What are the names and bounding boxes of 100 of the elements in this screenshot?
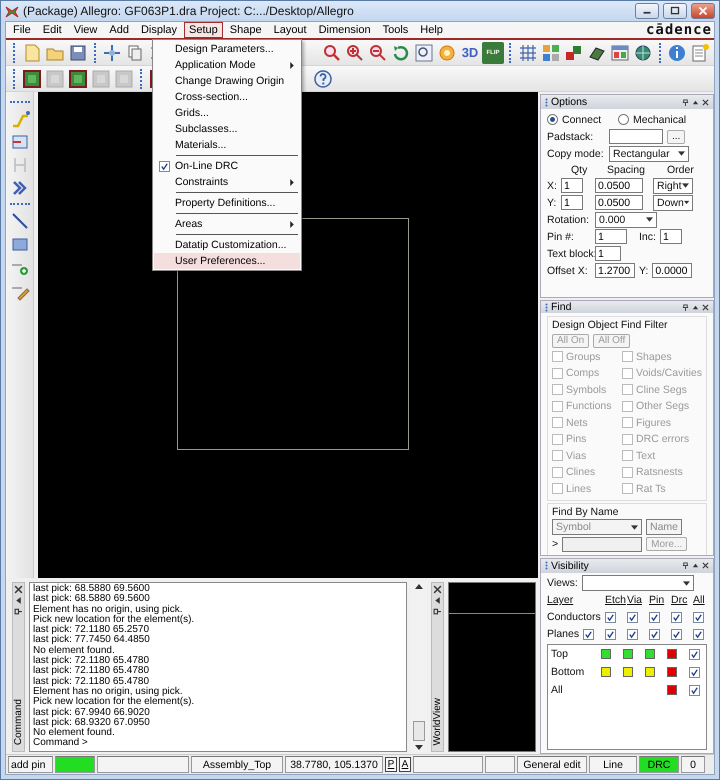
- copy-mode-dropdown[interactable]: Rectangular: [609, 146, 689, 162]
- checkbox[interactable]: [622, 450, 634, 462]
- quantity-field[interactable]: 1: [561, 178, 583, 193]
- browse-button[interactable]: ...: [667, 130, 686, 144]
- pin-icon[interactable]: [682, 98, 689, 106]
- menu-item[interactable]: Property Definitions...: [154, 195, 300, 211]
- color-swatch[interactable]: [623, 649, 633, 660]
- pin-icon[interactable]: [14, 607, 23, 616]
- toggle-key[interactable]: A: [399, 757, 411, 772]
- pin-icon[interactable]: [682, 304, 689, 311]
- color-swatch[interactable]: [645, 667, 655, 678]
- name-field[interactable]: [562, 536, 642, 552]
- close-icon[interactable]: [691, 3, 715, 19]
- board-icon[interactable]: [21, 68, 43, 90]
- color-swatch[interactable]: [623, 667, 633, 678]
- menu-item[interactable]: Constraints: [154, 174, 300, 190]
- views-dropdown[interactable]: [582, 575, 694, 592]
- checkbox[interactable]: [552, 450, 563, 462]
- menu-item[interactable]: Areas: [154, 216, 300, 232]
- checkbox[interactable]: [605, 612, 616, 623]
- checkbox[interactable]: [627, 628, 638, 640]
- checkbox[interactable]: [671, 628, 682, 640]
- checkbox[interactable]: [552, 434, 563, 445]
- toggle-key[interactable]: P: [385, 757, 397, 772]
- menu-item[interactable]: User Preferences...: [154, 253, 300, 269]
- increment-field[interactable]: 1: [660, 229, 682, 244]
- checkbox[interactable]: [622, 351, 634, 362]
- menu-item[interactable]: Edit: [38, 22, 67, 38]
- menu-item[interactable]: Dimension: [314, 22, 376, 38]
- close-icon[interactable]: [702, 304, 709, 311]
- checkbox[interactable]: [552, 400, 563, 412]
- 3d-view-button[interactable]: 3D: [459, 42, 481, 64]
- checkbox[interactable]: [622, 483, 634, 494]
- color-swatch[interactable]: [667, 685, 677, 696]
- menu-item[interactable]: Subclasses...: [154, 121, 300, 137]
- pin-icon[interactable]: [433, 607, 442, 616]
- menu-item[interactable]: On-Line DRC: [154, 158, 300, 174]
- scrollbar-thumb[interactable]: [413, 721, 425, 741]
- menu-item[interactable]: File: [8, 22, 36, 38]
- checkbox[interactable]: [622, 384, 634, 396]
- menu-item[interactable]: Setup: [184, 22, 223, 38]
- offset-y-field[interactable]: 0.0000: [652, 263, 692, 278]
- menu-item[interactable]: Layout: [268, 22, 312, 38]
- spacing-field[interactable]: 0.0500: [595, 178, 643, 193]
- order-dropdown[interactable]: Right: [653, 178, 693, 194]
- text-block-spinner[interactable]: 1: [595, 246, 621, 261]
- spacing-field[interactable]: 0.0500: [595, 195, 643, 210]
- close-icon[interactable]: [702, 562, 709, 570]
- pin-number-field[interactable]: 1: [595, 229, 627, 244]
- checkbox[interactable]: [552, 368, 563, 379]
- minimize-panel-icon[interactable]: [692, 304, 699, 311]
- menu-item[interactable]: Add: [104, 22, 134, 38]
- checkbox[interactable]: [627, 612, 638, 623]
- radio-button[interactable]: [618, 114, 629, 125]
- checkbox[interactable]: [689, 666, 700, 678]
- checkbox[interactable]: [622, 434, 634, 445]
- color-swatch[interactable]: [601, 649, 611, 660]
- order-dropdown[interactable]: Down: [653, 194, 693, 210]
- pin-icon[interactable]: [682, 562, 689, 570]
- checkbox[interactable]: [605, 628, 616, 640]
- menu-item[interactable]: Materials...: [154, 137, 300, 153]
- checkbox[interactable]: [693, 612, 704, 623]
- color-swatch[interactable]: [667, 649, 677, 660]
- padstack-field[interactable]: [609, 129, 663, 144]
- minimize-icon[interactable]: [635, 3, 659, 19]
- menu-item[interactable]: Design Parameters...: [154, 41, 300, 57]
- menu-item[interactable]: View: [68, 22, 102, 38]
- rotation-dropdown[interactable]: 0.000: [595, 212, 657, 228]
- checkbox[interactable]: [583, 628, 594, 640]
- checkbox[interactable]: [552, 483, 563, 494]
- menu-item[interactable]: Tools: [378, 22, 414, 38]
- menu-item[interactable]: Change Drawing Origin: [154, 73, 300, 89]
- color-swatch[interactable]: [601, 667, 611, 678]
- close-icon[interactable]: [14, 585, 23, 594]
- checkbox[interactable]: [552, 384, 563, 396]
- checkbox[interactable]: [552, 417, 563, 428]
- help-icon[interactable]: [312, 68, 334, 90]
- checkbox[interactable]: [622, 417, 634, 428]
- offset-x-field[interactable]: 1.2700: [595, 263, 635, 278]
- left-arrow-icon[interactable]: [433, 596, 442, 605]
- quantity-field[interactable]: 1: [561, 195, 583, 210]
- minimize-panel-icon[interactable]: [692, 562, 699, 570]
- checkbox[interactable]: [552, 351, 563, 362]
- checkbox[interactable]: [649, 628, 660, 640]
- left-arrow-icon[interactable]: [14, 596, 23, 605]
- minimize-panel-icon[interactable]: [692, 98, 699, 106]
- restore-icon[interactable]: [663, 3, 687, 19]
- zoom-fit-icon[interactable]: [413, 42, 435, 64]
- checkbox[interactable]: [622, 400, 634, 412]
- close-icon[interactable]: [702, 98, 709, 106]
- color-swatch[interactable]: [645, 649, 655, 660]
- board-icon[interactable]: [67, 68, 89, 90]
- checkbox[interactable]: [552, 466, 563, 478]
- menu-item[interactable]: Application Mode: [154, 57, 300, 73]
- close-icon[interactable]: [433, 585, 442, 594]
- scroll-down-icon[interactable]: [415, 745, 423, 750]
- checkbox[interactable]: [671, 612, 682, 623]
- menu-item[interactable]: Display: [136, 22, 182, 38]
- menu-item[interactable]: Grids...: [154, 105, 300, 121]
- menu-item[interactable]: Help: [415, 22, 448, 38]
